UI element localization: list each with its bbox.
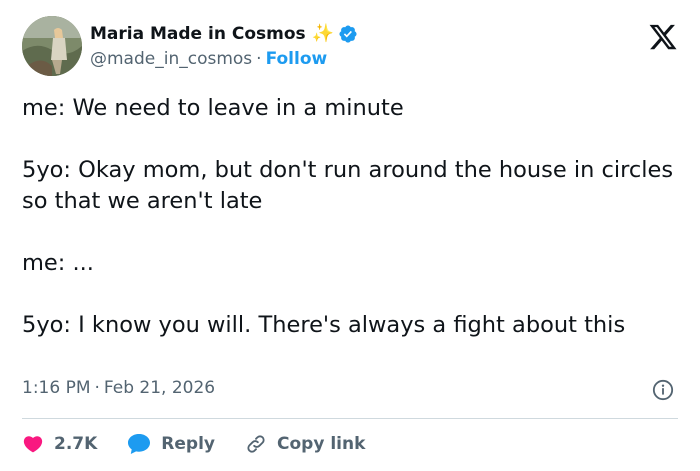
heart-icon <box>23 436 43 453</box>
reply-label: Reply <box>161 434 215 454</box>
handle-separator: · <box>256 49 262 69</box>
action-bar: 2.7K Reply Copy link <box>22 430 395 458</box>
speech-bubble-icon <box>128 434 151 454</box>
tweet-card: Maria Made in Cosmos ✨ @made_in_cosmos ·… <box>0 0 700 471</box>
verified-badge-icon <box>339 25 357 43</box>
link-icon <box>247 435 265 453</box>
tweet-header: Maria Made in Cosmos ✨ @made_in_cosmos ·… <box>22 16 358 76</box>
tweet-text: me: We need to leave in a minute 5yo: Ok… <box>22 95 674 338</box>
handle-row: @made_in_cosmos · Follow <box>90 47 358 71</box>
name-row: Maria Made in Cosmos ✨ <box>90 21 358 47</box>
sparkle-icon: ✨ <box>311 23 335 44</box>
follow-button[interactable]: Follow <box>266 49 328 69</box>
reply-button[interactable]: Reply <box>127 433 215 455</box>
avatar[interactable] <box>22 16 82 76</box>
divider <box>22 418 678 419</box>
timestamp-separator: · <box>94 378 100 398</box>
x-logo-icon[interactable] <box>648 22 678 52</box>
like-button[interactable]: 2.7K <box>22 433 97 455</box>
author-identity: Maria Made in Cosmos ✨ @made_in_cosmos ·… <box>90 21 358 71</box>
copy-link-label: Copy link <box>277 434 366 454</box>
like-count: 2.7K <box>54 434 98 454</box>
display-name[interactable]: Maria Made in Cosmos <box>90 24 306 44</box>
tweet-timestamp[interactable]: 1:16 PM · Feb 21, 2026 <box>22 378 215 398</box>
tweet-time: 1:16 PM <box>22 378 91 398</box>
tweet-date: Feb 21, 2026 <box>103 378 216 398</box>
info-icon[interactable] <box>652 379 674 401</box>
author-handle[interactable]: @made_in_cosmos <box>90 49 252 69</box>
copy-link-button[interactable]: Copy link <box>245 433 365 455</box>
